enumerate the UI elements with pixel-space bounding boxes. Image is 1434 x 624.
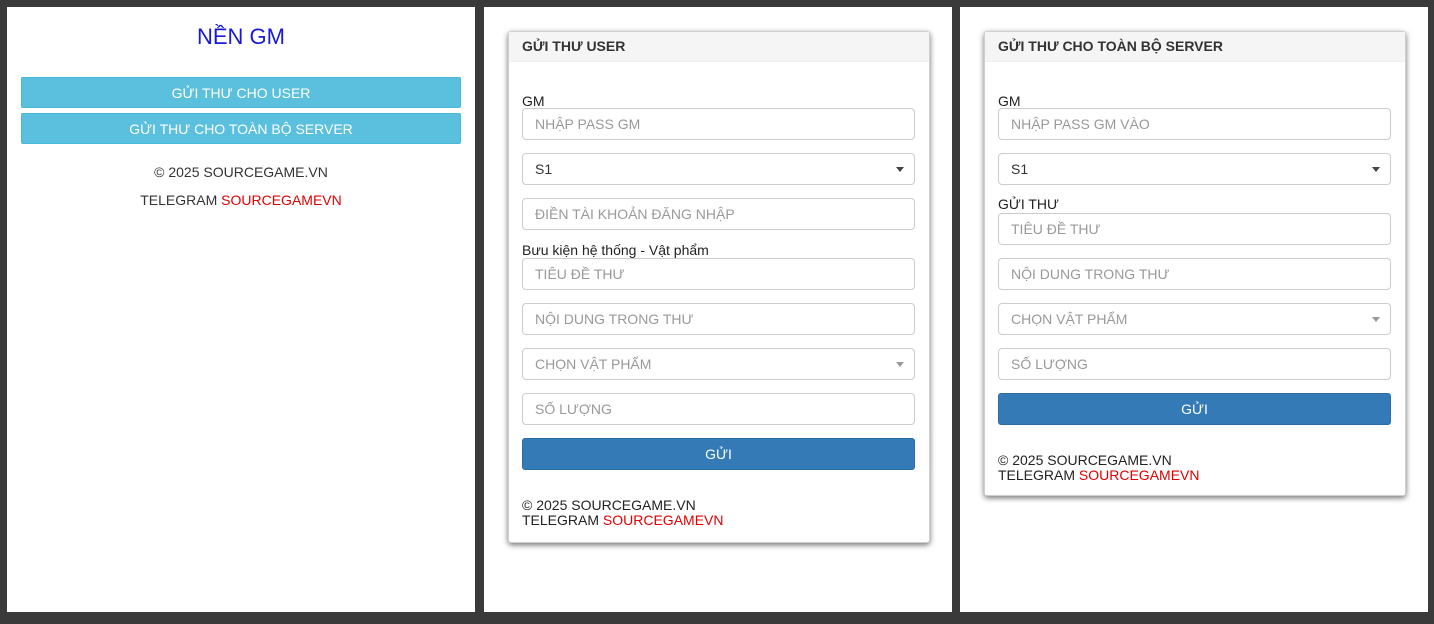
card-header: GỬI THƯ CHO TOÀN BỘ SERVER xyxy=(985,32,1405,62)
telegram-link[interactable]: SOURCEGAMEVN xyxy=(221,192,342,208)
item-select[interactable]: CHỌN VẬT PHẨM xyxy=(522,348,915,380)
account-input[interactable]: ĐIỀN TÀI KHOẢN ĐĂNG NHẬP xyxy=(522,198,915,230)
gm-label: GM xyxy=(522,93,545,109)
gm-pass-input[interactable]: NHẬP PASS GM xyxy=(522,108,915,140)
send-to-server-button[interactable]: GỬI THƯ CHO TOÀN BỘ SERVER xyxy=(21,113,461,144)
item-select[interactable]: CHỌN VẬT PHẨM xyxy=(998,303,1391,335)
user-mail-card: GỬI THƯ USER GM NHẬP PASS GM S1 ĐIỀN TÀI… xyxy=(508,31,930,543)
server-mail-panel: GỬI THƯ CHO TOÀN BỘ SERVER GM NHẬP PASS … xyxy=(960,7,1428,612)
mail-content-input[interactable]: NỘI DUNG TRONG THƯ xyxy=(998,258,1391,290)
telegram-line: TELEGRAM SOURCEGAMEVN xyxy=(998,468,1199,483)
copyright-text: © 2025 SOURCEGAME.VN xyxy=(998,452,1172,468)
gm-pass-input[interactable]: NHẬP PASS GM VÀO xyxy=(998,108,1391,140)
server-select-value: S1 xyxy=(535,161,553,177)
telegram-line: TELEGRAM SOURCEGAMEVN xyxy=(7,192,475,208)
send-to-user-button[interactable]: GỬI THƯ CHO USER xyxy=(21,77,461,108)
card-footer: © 2025 SOURCEGAME.VN TELEGRAM SOURCEGAME… xyxy=(522,498,723,528)
gm-menu-panel: NỀN GM GỬI THƯ CHO USER GỬI THƯ CHO TOÀN… xyxy=(7,7,475,612)
server-select[interactable]: S1 xyxy=(522,153,915,185)
card-header: GỬI THƯ USER xyxy=(509,32,929,62)
chevron-down-icon xyxy=(1372,167,1380,172)
page-title: NỀN GM xyxy=(197,24,285,49)
quantity-input[interactable]: SỐ LƯỢNG xyxy=(522,393,915,425)
item-select-placeholder: CHỌN VẬT PHẨM xyxy=(1011,311,1128,327)
mail-section-label: Bưu kiện hệ thống - Vật phẩm xyxy=(522,242,709,258)
telegram-label: TELEGRAM xyxy=(522,512,603,528)
server-mail-card: GỬI THƯ CHO TOÀN BỘ SERVER GM NHẬP PASS … xyxy=(984,31,1406,496)
server-select-value: S1 xyxy=(1011,161,1029,177)
item-select-placeholder: CHỌN VẬT PHẨM xyxy=(535,356,652,372)
gm-label: GM xyxy=(998,93,1021,109)
send-button[interactable]: GỬI xyxy=(522,438,915,470)
send-button[interactable]: GỬI xyxy=(998,393,1391,425)
mail-title-input[interactable]: TIÊU ĐỀ THƯ xyxy=(998,213,1391,245)
copyright-text: © 2025 SOURCEGAME.VN xyxy=(522,497,696,513)
telegram-link[interactable]: SOURCEGAMEVN xyxy=(1079,467,1200,483)
chevron-down-icon xyxy=(896,167,904,172)
chevron-down-icon xyxy=(896,362,904,367)
mail-title-input[interactable]: TIÊU ĐỀ THƯ xyxy=(522,258,915,290)
telegram-label: TELEGRAM xyxy=(998,467,1079,483)
copyright-text: © 2025 SOURCEGAME.VN xyxy=(154,164,328,180)
mail-content-input[interactable]: NỘI DUNG TRONG THƯ xyxy=(522,303,915,335)
card-footer: © 2025 SOURCEGAME.VN TELEGRAM SOURCEGAME… xyxy=(998,453,1199,483)
chevron-down-icon xyxy=(1372,317,1380,322)
telegram-link[interactable]: SOURCEGAMEVN xyxy=(603,512,724,528)
server-select[interactable]: S1 xyxy=(998,153,1391,185)
telegram-line: TELEGRAM SOURCEGAMEVN xyxy=(522,513,723,528)
telegram-label: TELEGRAM xyxy=(140,192,222,208)
user-mail-panel: GỬI THƯ USER GM NHẬP PASS GM S1 ĐIỀN TÀI… xyxy=(484,7,952,612)
quantity-input[interactable]: SỐ LƯỢNG xyxy=(998,348,1391,380)
mail-section-label: GỬI THƯ xyxy=(998,196,1059,212)
